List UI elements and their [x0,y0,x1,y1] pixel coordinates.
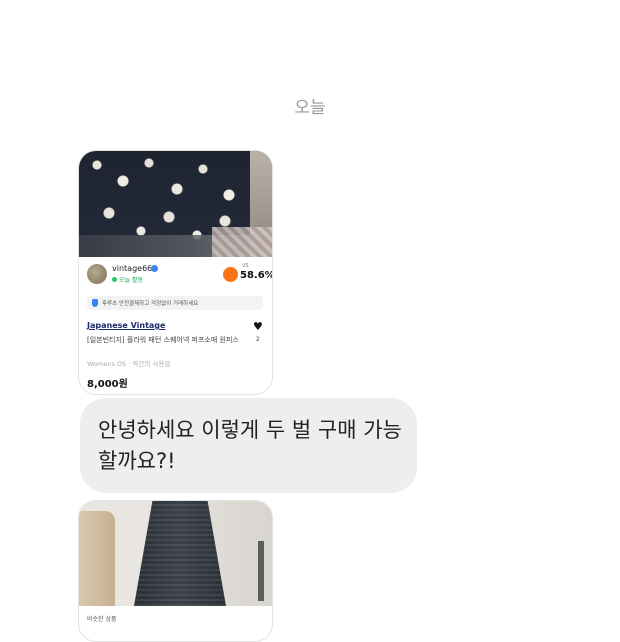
brand-link[interactable]: Japanese Vintage [87,321,165,330]
second-product-card[interactable]: 비슷한 상품 [78,500,273,642]
shield-icon [92,299,98,307]
second-card-label: 비슷한 상품 [87,616,117,623]
safe-payment-notice: 후루츠 안전결제하고 걱정없이 거래하세요 [87,296,263,310]
hanger-shape [258,541,264,601]
pumpkin-grade-icon [223,267,238,282]
heart-icon[interactable]: ♥ [253,321,263,332]
like-count: 2 [256,336,260,343]
dress-shape [134,501,226,606]
product-title: [일본빈티지] 플라워 패턴 스퀘어넥 퍼프소매 원피스 [87,336,239,344]
online-status-icon [112,277,117,282]
avatar [87,264,107,284]
product-meta: Womens OS · 약간의 사용감 [87,360,171,368]
verified-icon [151,265,158,272]
seller-name: vintage66 [112,264,153,273]
previous-message-cutoff [110,0,520,6]
second-product-image[interactable] [79,501,272,606]
date-separator: 오늘 [294,98,326,118]
coat-shape [79,511,115,606]
message-bubble[interactable]: 안녕하세요 이렇게 두 벌 구매 가능할까요?! [80,398,417,493]
grade-value: 58.6% [240,270,273,281]
grade-label: VS [242,263,249,269]
product-image[interactable] [79,151,272,257]
message-text: 안녕하세요 이렇게 두 벌 구매 가능할까요?! [98,418,402,473]
seller-status: 오늘 활동 [119,277,143,284]
product-price: 8,000원 [87,379,128,390]
photo-background-rug [212,227,272,257]
notice-text: 후루츠 안전결제하고 걱정없이 거래하세요 [102,301,199,307]
carousel-indicator[interactable] [159,595,187,600]
seller-info[interactable]: vintage66 오늘 활동 VS 58.6% [87,263,272,288]
product-card[interactable]: vintage66 오늘 활동 VS 58.6% 후루츠 안전결제하고 걱정없이… [78,150,273,395]
